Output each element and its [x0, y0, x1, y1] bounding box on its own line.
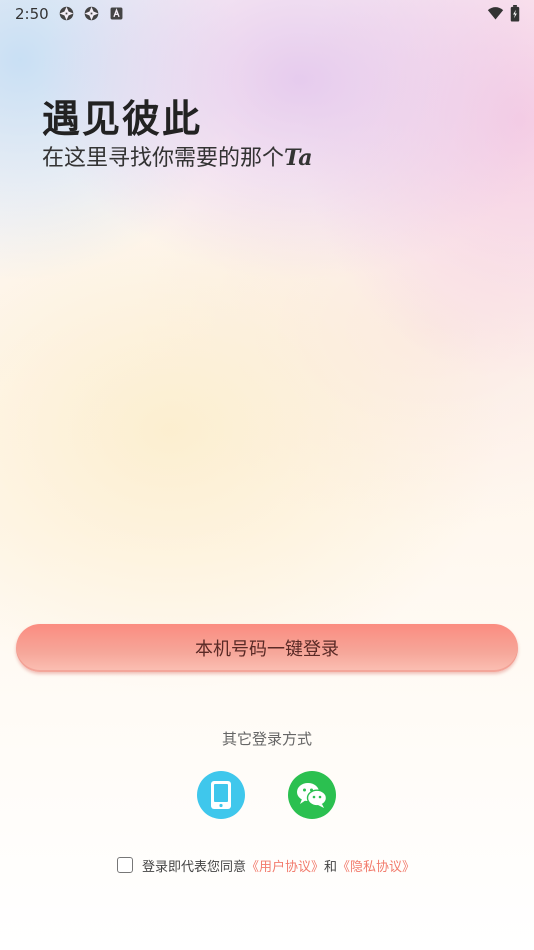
- wifi-icon: [487, 7, 504, 20]
- hero-subtitle-text: 在这里寻找你需要的那个: [42, 146, 285, 171]
- a-letter-icon: [110, 7, 123, 20]
- battery-icon: [510, 5, 520, 22]
- aperture-icon: [84, 6, 99, 21]
- hero-title: 遇见彼此: [42, 97, 203, 141]
- status-bar: 2:50: [0, 0, 534, 28]
- aperture-icon: [59, 6, 74, 21]
- agreement-checkbox[interactable]: [117, 857, 133, 873]
- agreement-prefix: 登录即代表您同意: [142, 859, 247, 875]
- phone-icon: [211, 781, 231, 809]
- wechat-login-button[interactable]: [288, 771, 336, 819]
- one-click-login-button[interactable]: 本机号码一键登录: [16, 624, 518, 672]
- phone-login-button[interactable]: [197, 771, 245, 819]
- hero-subtitle-emphasis: Ta: [284, 145, 313, 171]
- agreement-conjunction: 和: [324, 859, 338, 875]
- status-icons-left: [58, 5, 125, 22]
- status-time: 2:50: [15, 5, 49, 23]
- agreement-row: 登录即代表您同意 《用户协议》 和 《隐私协议》: [117, 855, 415, 875]
- user-agreement-link[interactable]: 《用户协议》: [246, 856, 324, 875]
- other-login-methods-label: 其它登录方式: [221, 730, 312, 748]
- hero-subtitle: 在这里寻找你需要的那个Ta: [42, 140, 313, 172]
- status-icons-right: [487, 5, 520, 22]
- wechat-icon: [297, 783, 328, 808]
- privacy-policy-link[interactable]: 《隐私协议》: [337, 856, 415, 875]
